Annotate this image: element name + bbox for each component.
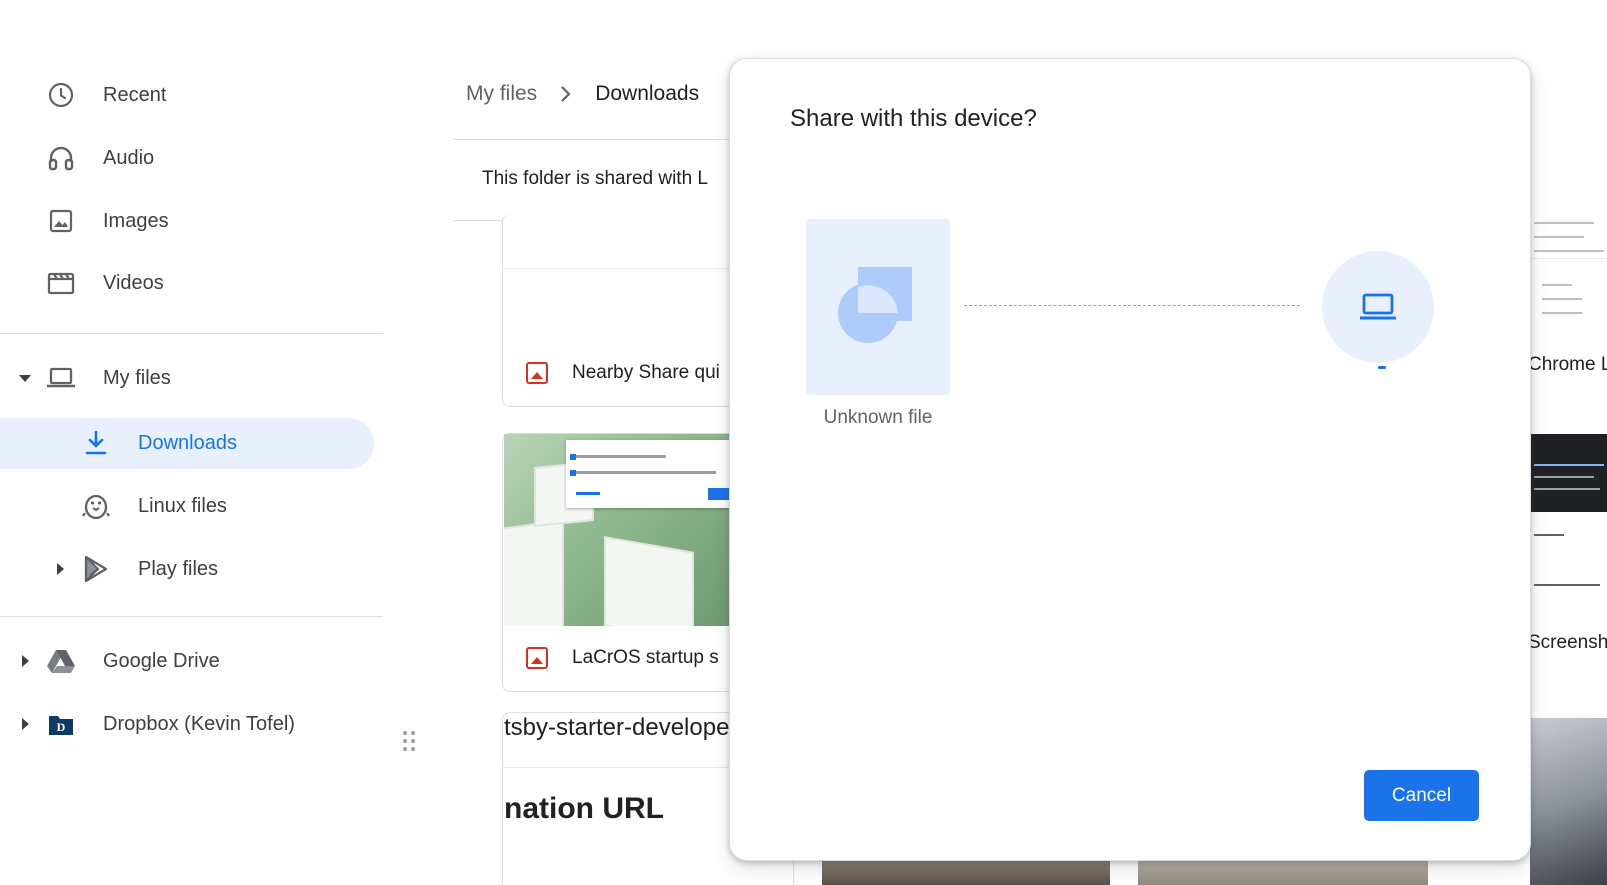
file-name-label: Nearby Share qui <box>572 362 720 383</box>
file-label: Unknown file <box>823 407 933 428</box>
sidebar-item-dropbox[interactable]: D Dropbox (Kevin Tofel) <box>0 699 383 749</box>
shared-folder-banner: This folder is shared with L <box>482 168 708 189</box>
file-thumbnail-lacros <box>504 434 730 626</box>
chevron-down-icon[interactable] <box>19 375 31 382</box>
chevron-right-icon <box>559 85 571 103</box>
unknown-file-preview <box>806 219 950 395</box>
clock-icon <box>46 80 76 110</box>
thumbnail-line <box>1534 464 1604 466</box>
thumbnail-line <box>576 471 716 474</box>
thumbnail-line <box>1534 476 1594 478</box>
thumbnail-shape <box>604 536 694 626</box>
thumbnail-ok <box>708 488 730 500</box>
chevron-right-icon[interactable] <box>22 718 29 730</box>
thumbnail-line <box>1534 236 1584 238</box>
breadcrumb: My files Downloads <box>466 78 699 110</box>
sidebar-item-label: Linux files <box>138 494 227 517</box>
laptop-icon <box>1360 293 1396 320</box>
sidebar-item-label: Dropbox (Kevin Tofel) <box>103 712 295 735</box>
play-store-icon <box>81 554 111 584</box>
breadcrumb-my-files[interactable]: My files <box>466 82 537 106</box>
sidebar-item-images[interactable]: Images <box>0 196 383 246</box>
sidebar-item-label: My files <box>103 366 171 389</box>
thumbnail-shape <box>504 519 564 626</box>
sidebar-item-google-drive[interactable]: Google Drive <box>0 636 383 686</box>
file-name-screenshot: Screensh <box>1530 632 1607 653</box>
file-preview-text: tsby-starter-develope <box>504 714 730 741</box>
sidebar-item-label: Google Drive <box>103 649 220 672</box>
file-thumbnail-settings <box>1530 214 1607 334</box>
file-name-chrome: Chrome L <box>1530 354 1607 375</box>
share-dialog: Share with this device? Unknown file Can… <box>729 58 1531 861</box>
sidebar-item-linux-files[interactable]: Linux files <box>0 481 383 531</box>
device-progress-indicator <box>1378 366 1386 369</box>
thumbnail-popup <box>566 440 730 508</box>
cancel-button[interactable]: Cancel <box>1364 770 1479 821</box>
card-divider <box>503 268 751 269</box>
thumbnail-line <box>1542 312 1582 314</box>
file-thumbnail-laptop-photo <box>1530 718 1607 885</box>
headphones-icon <box>46 143 76 173</box>
device-target[interactable] <box>1322 251 1434 363</box>
thumbnail-panel <box>1530 512 1607 624</box>
image-file-icon <box>526 647 548 669</box>
file-thumbnail-desk <box>1138 860 1428 885</box>
file-shapes-icon <box>838 267 912 343</box>
dropbox-icon: D <box>46 709 76 739</box>
thumbnail-line <box>1542 298 1582 300</box>
file-name-lacros: LaCrOS startup s <box>526 647 719 669</box>
chevron-right-icon[interactable] <box>57 563 64 575</box>
image-file-icon <box>526 362 548 384</box>
file-preview-heading: nation URL <box>504 792 664 825</box>
breadcrumb-downloads[interactable]: Downloads <box>595 82 699 106</box>
sidebar-divider <box>0 333 383 334</box>
thumbnail-line <box>1534 534 1564 536</box>
sidebar-item-label: Videos <box>103 271 164 294</box>
thumbnail-line <box>1534 488 1600 490</box>
thumbnail-line <box>576 492 600 495</box>
thumbnail-line <box>1534 222 1594 224</box>
thumbnail-line <box>1530 258 1607 259</box>
sidebar-divider <box>0 616 383 617</box>
chevron-right-icon[interactable] <box>22 655 29 667</box>
sidebar-item-my-files[interactable]: My files <box>0 353 383 403</box>
file-name-nearby-share: Nearby Share qui <box>526 362 720 384</box>
image-icon <box>46 206 76 236</box>
sidebar-item-label: Downloads <box>138 431 237 454</box>
sidebar-item-videos[interactable]: Videos <box>0 258 383 308</box>
resize-handle-icon[interactable] <box>402 730 416 752</box>
sidebar-item-downloads[interactable]: Downloads <box>0 418 374 468</box>
thumbnail-line <box>576 455 666 458</box>
download-icon <box>81 428 111 458</box>
thumbnail-line <box>1534 584 1600 586</box>
sidebar: Recent Audio Images Videos My files Down… <box>0 0 415 885</box>
file-thumbnail-terminal <box>1530 434 1607 624</box>
thumbnail-line <box>1534 250 1604 252</box>
sidebar-item-audio[interactable]: Audio <box>0 133 383 183</box>
penguin-icon <box>81 491 111 521</box>
connection-line <box>964 305 1300 306</box>
file-thumbnail-keyboard <box>822 860 1110 885</box>
sidebar-item-label: Recent <box>103 83 167 106</box>
sidebar-item-play-files[interactable]: Play files <box>0 544 383 594</box>
video-icon <box>46 268 76 298</box>
dialog-title: Share with this device? <box>790 105 1037 132</box>
file-name-label: LaCrOS startup s <box>572 647 719 668</box>
sidebar-item-recent[interactable]: Recent <box>0 70 383 120</box>
sidebar-item-label: Images <box>103 209 169 232</box>
thumbnail-line <box>1542 284 1572 286</box>
svg-text:D: D <box>57 720 66 734</box>
google-drive-icon <box>46 646 76 676</box>
sidebar-item-label: Play files <box>138 557 219 580</box>
laptop-icon <box>46 363 76 393</box>
sidebar-item-label: Audio <box>103 146 155 169</box>
file-column-right: Chrome L Screensh <box>1530 214 1607 885</box>
